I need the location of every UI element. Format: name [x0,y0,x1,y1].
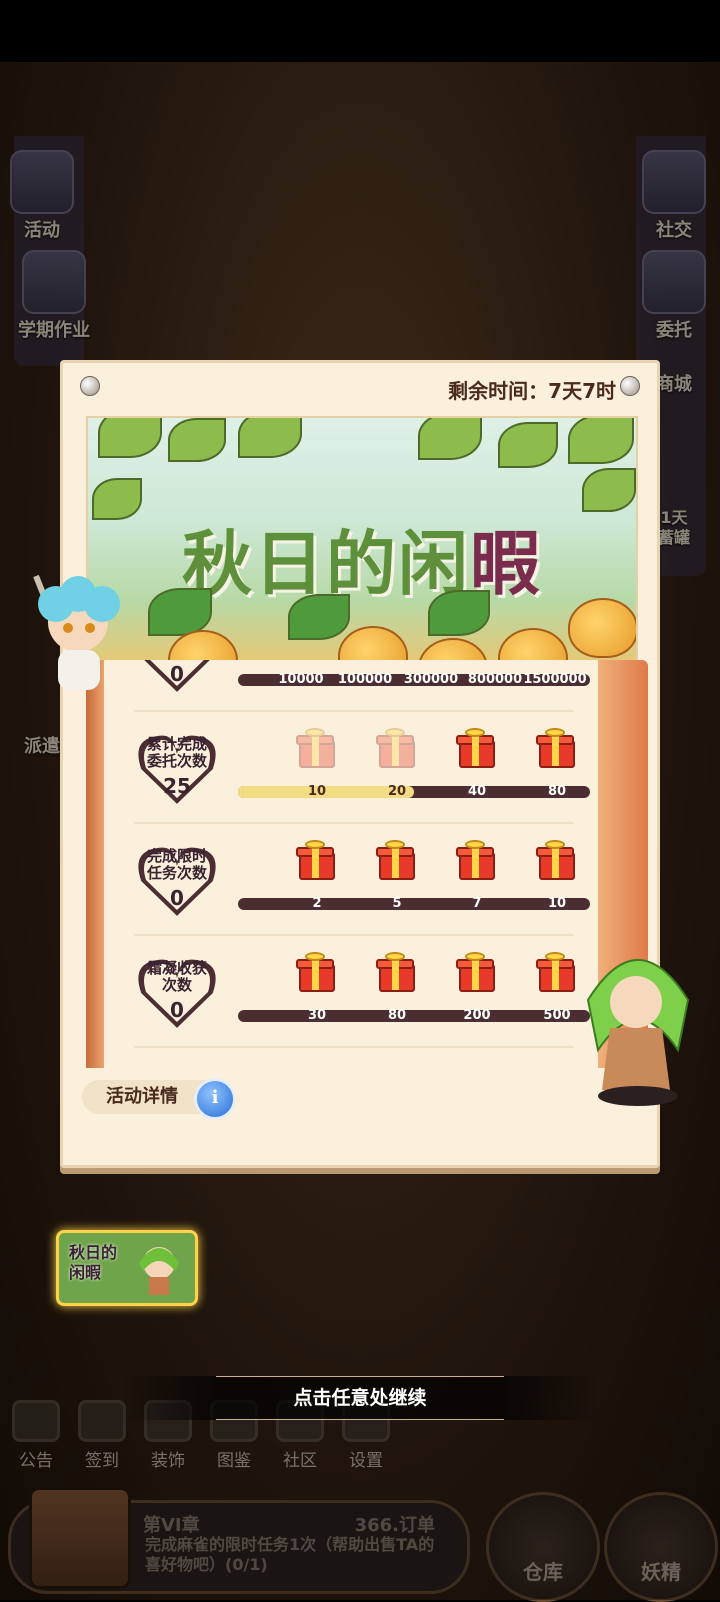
milestone-label: 80 [387,1008,407,1023]
gift-icon[interactable] [456,840,495,880]
gift-icon[interactable] [296,840,335,880]
task-0-value: 0 [170,662,184,686]
milestone-label: 1500000 [523,672,587,687]
gift-icon[interactable] [376,840,415,880]
gift-icon[interactable] [296,728,335,768]
milestone-label: 10 [307,784,327,799]
task-3-value: 0 [170,998,184,1022]
event-dialog: 剩余时间：7天7时 秋日的闲暇 0 10000 100000 300000 80… [60,360,660,1168]
gift-icon[interactable] [376,952,415,992]
progress-bar: 2 5 7 10 [238,896,590,911]
counter-heart: 0 [134,660,220,698]
milestone-label: 10 [547,896,567,911]
gift-icon[interactable] [456,728,495,768]
fairy-girl-icon [139,1247,179,1295]
task-row-2: 完成限时 任务次数 0 2 5 7 10 [104,824,598,936]
milestone-label: 10000 [278,672,324,687]
progress-bar: 30 80 200 500 [238,1008,590,1023]
task-2-label: 完成限时 任务次数 [146,847,207,882]
leaf-decoration [98,418,162,458]
leaf-decoration [418,418,482,460]
event-minicard[interactable]: 秋日的 闲暇 [56,1230,198,1306]
milestone-label: 20 [387,784,407,799]
milestone-label: 5 [392,896,402,911]
progress-bar: 10 20 40 80 [238,784,590,799]
milestone-label: 80 [547,784,567,799]
milestone-label: 300000 [403,672,459,687]
leaf-decoration [568,418,634,464]
counter-heart: 霜凝收获 次数 0 [134,950,220,1034]
info-icon[interactable]: i [194,1078,236,1120]
leaf-decoration [238,418,302,458]
event-minicard-label: 秋日的 闲暇 [69,1243,118,1282]
gift-icon[interactable] [296,952,335,992]
task-1-label: 累计完成 委托次数 [146,735,207,770]
leaf-decoration [288,594,350,640]
gift-icon[interactable] [376,728,415,768]
event-details-label: 活动详情 [106,1086,178,1107]
event-banner: 秋日的闲暇 [86,416,638,680]
tap-to-continue-label: 点击任意处继续 [293,1387,427,1409]
cupid-character [33,574,120,690]
task-3-label: 霜凝收获 次数 [146,959,207,994]
gift-icon[interactable] [536,728,575,768]
milestone-label: 7 [472,896,482,911]
leaf-decoration [498,422,558,468]
leaf-decoration [582,468,636,512]
pin-icon [620,376,640,396]
green-haired-fairy-character [586,959,690,1106]
gift-icon[interactable] [456,952,495,992]
pin-icon [80,376,100,396]
counter-heart: 累计完成 委托次数 25 [134,726,220,810]
task-1-value: 25 [163,774,191,798]
leaf-decoration [168,418,226,462]
gift-icon[interactable] [536,952,575,992]
task-row-0: 0 10000 100000 300000 800000 1500000 [104,660,598,712]
row-separator [134,1046,574,1048]
remaining-time: 剩余时间：7天7时 [448,379,616,403]
gift-icon[interactable] [536,840,575,880]
milestone-label: 30 [307,1008,327,1023]
status-bar [0,0,720,62]
task-2-value: 0 [170,886,184,910]
milestone-label: 2 [312,896,322,911]
tap-to-continue[interactable]: 点击任意处继续 [120,1376,600,1420]
milestone-label: 40 [467,784,487,799]
info-icon-glyph: i [211,1087,219,1108]
task-row-1: 累计完成 委托次数 25 10 20 40 80 [104,712,598,824]
counter-heart: 完成限时 任务次数 0 [134,838,220,922]
event-title-main: 秋日的闲 [182,522,470,605]
task-row-3: 霜凝收获 次数 0 30 80 200 500 [104,936,598,1048]
progress-bar: 10000 100000 300000 800000 1500000 [238,672,590,687]
milestone-label: 200 [463,1008,491,1023]
pineapple-decoration [568,598,636,658]
milestone-label: 100000 [337,672,393,687]
leaf-decoration [148,588,212,636]
leaf-decoration [428,590,490,636]
task-list[interactable]: 0 10000 100000 300000 800000 1500000 累计完… [104,660,598,1068]
